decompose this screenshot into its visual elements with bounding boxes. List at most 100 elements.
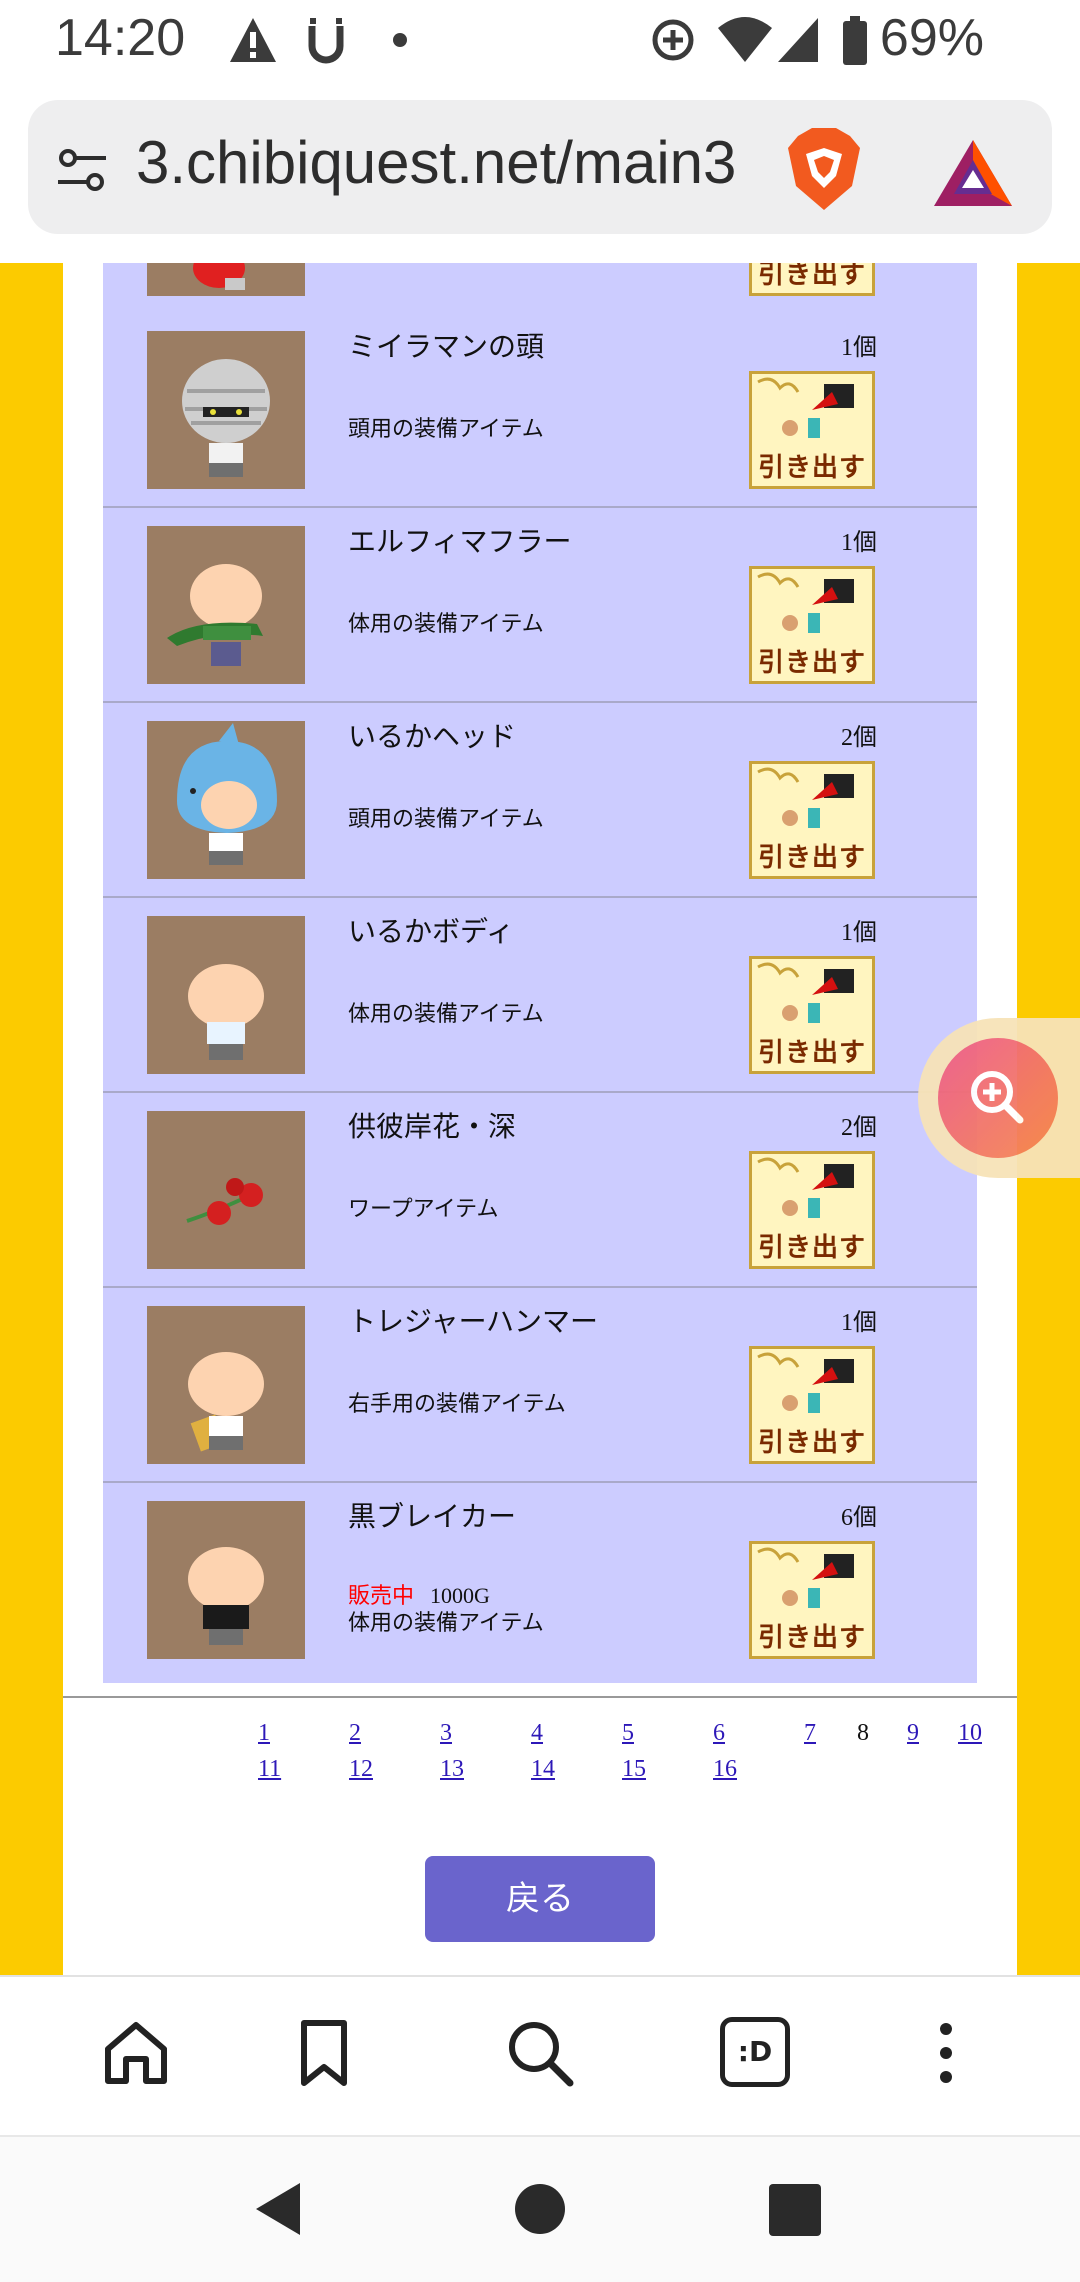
zoom-widget bbox=[918, 1018, 1080, 1178]
item-description: 体用の装備アイテム bbox=[348, 1611, 544, 1636]
item-description: 頭用の装備アイテム bbox=[348, 417, 544, 442]
item-thumbnail bbox=[147, 1306, 305, 1464]
list-item: 黒ブレイカー 6個 販売中 1000G 体用の装備アイテム 引き出す bbox=[103, 1483, 977, 1683]
item-thumbnail bbox=[147, 721, 305, 879]
home-nav-icon[interactable] bbox=[512, 2179, 568, 2239]
battery-icon bbox=[843, 16, 867, 65]
page-link[interactable]: 13 bbox=[440, 1756, 464, 1783]
list-item: 供彼岸花・深 2個 ワープアイテム 引き出す bbox=[103, 1093, 977, 1288]
page-link[interactable]: 6 bbox=[713, 1720, 725, 1747]
page-link[interactable]: 1 bbox=[258, 1720, 270, 1747]
page-link[interactable]: 12 bbox=[349, 1756, 373, 1783]
zoom-in-icon bbox=[971, 1071, 1024, 1124]
status-time: 14:20 bbox=[55, 9, 186, 67]
bat-rewards-icon[interactable] bbox=[932, 138, 1014, 208]
list-item: エルフィマフラー 1個 体用の装備アイテム 引き出す bbox=[103, 508, 977, 703]
item-description: 頭用の装備アイテム bbox=[348, 807, 544, 832]
tune-icon[interactable] bbox=[54, 142, 110, 198]
item-thumbnail bbox=[147, 1501, 305, 1659]
withdraw-button[interactable]: 引き出す bbox=[749, 1151, 875, 1269]
page-link[interactable]: 15 bbox=[622, 1756, 646, 1783]
back-button[interactable]: 戻る bbox=[425, 1856, 655, 1942]
warning-icon bbox=[230, 18, 276, 62]
page-link[interactable]: 2 bbox=[349, 1720, 361, 1747]
item-name: いるかボディ bbox=[348, 915, 515, 948]
item-count: 2個 bbox=[841, 725, 877, 751]
page-link[interactable]: 4 bbox=[531, 1720, 543, 1747]
data-saver-icon bbox=[652, 19, 694, 61]
content-column: 引き出す ミイラマンの頭 1個 頭用の装備アイテム 引き出す エルフィマフラー … bbox=[63, 263, 1017, 1975]
list-item: いるかヘッド 2個 頭用の装備アイテム 引き出す bbox=[103, 703, 977, 898]
item-count: 1個 bbox=[841, 335, 877, 361]
signal-icon bbox=[778, 18, 818, 62]
system-nav-bar bbox=[0, 2135, 1080, 2282]
item-count: 1個 bbox=[841, 530, 877, 556]
withdraw-button[interactable]: 引き出す bbox=[749, 1541, 875, 1659]
withdraw-art-icon bbox=[757, 1547, 854, 1608]
page-link[interactable]: 3 bbox=[440, 1720, 452, 1747]
list-item: いるかボディ 1個 体用の装備アイテム 引き出す bbox=[103, 898, 977, 1093]
bookmark-icon[interactable] bbox=[288, 2017, 360, 2089]
recents-nav-icon[interactable] bbox=[766, 2181, 824, 2239]
address-bar[interactable]: 3.chibiquest.net/main3 bbox=[28, 100, 1052, 234]
status-bar: 14:20 69% bbox=[0, 0, 1080, 88]
page-link[interactable]: 5 bbox=[622, 1720, 634, 1747]
item-description: 右手用の装備アイテム bbox=[348, 1392, 566, 1417]
more-icon[interactable] bbox=[910, 2017, 982, 2089]
u-app-icon bbox=[308, 18, 344, 64]
back-nav-icon[interactable] bbox=[250, 2179, 310, 2239]
page-link[interactable]: 7 bbox=[804, 1720, 816, 1747]
withdraw-art-icon bbox=[757, 962, 854, 1023]
withdraw-button[interactable]: 引き出す bbox=[749, 956, 875, 1074]
current-page: 8 bbox=[857, 1720, 869, 1746]
url-text[interactable]: 3.chibiquest.net/main3 bbox=[136, 128, 781, 208]
page-link[interactable]: 14 bbox=[531, 1756, 555, 1783]
item-thumbnail bbox=[147, 1111, 305, 1269]
list-item: トレジャーハンマー 1個 右手用の装備アイテム 引き出す bbox=[103, 1288, 977, 1483]
withdraw-button[interactable]: 引き出す bbox=[749, 263, 875, 296]
home-icon[interactable] bbox=[100, 2017, 172, 2089]
list-item: 引き出す bbox=[103, 263, 977, 315]
item-thumbnail bbox=[147, 526, 305, 684]
browser-toolbar: 3.chibiquest.net/main3 bbox=[0, 88, 1080, 263]
page-link[interactable]: 16 bbox=[713, 1756, 737, 1783]
page-link[interactable]: 10 bbox=[958, 1720, 982, 1747]
page-link[interactable]: 11 bbox=[258, 1756, 281, 1783]
withdraw-art-icon bbox=[757, 767, 854, 828]
pagination: 1 2 3 4 5 6 7 8 9 10 11 12 13 14 15 16 bbox=[63, 1696, 1017, 1782]
item-name: 供彼岸花・深 bbox=[348, 1110, 517, 1143]
brave-shield-icon[interactable] bbox=[784, 126, 864, 212]
item-count: 6個 bbox=[841, 1505, 877, 1531]
search-icon[interactable] bbox=[504, 2017, 576, 2089]
withdraw-button[interactable]: 引き出す bbox=[749, 761, 875, 879]
list-item: ミイラマンの頭 1個 頭用の装備アイテム 引き出す bbox=[103, 313, 977, 508]
withdraw-art-icon bbox=[757, 572, 854, 633]
withdraw-art-icon bbox=[757, 1352, 854, 1413]
item-thumbnail bbox=[147, 916, 305, 1074]
item-name: トレジャーハンマー bbox=[348, 1305, 599, 1338]
withdraw-art-icon bbox=[757, 1157, 854, 1218]
item-name: いるかヘッド bbox=[348, 720, 517, 753]
item-description: 体用の装備アイテム bbox=[348, 1002, 544, 1027]
tabs-icon[interactable]: :D bbox=[720, 2017, 790, 2087]
web-page: 引き出す ミイラマンの頭 1個 頭用の装備アイテム 引き出す エルフィマフラー … bbox=[0, 263, 1080, 1975]
zoom-button[interactable] bbox=[938, 1038, 1058, 1158]
item-name: エルフィマフラー bbox=[348, 525, 572, 558]
item-count: 1個 bbox=[841, 920, 877, 946]
wifi-icon bbox=[718, 17, 772, 62]
item-name: ミイラマンの頭 bbox=[348, 330, 545, 363]
withdraw-art-icon bbox=[757, 377, 854, 438]
item-description: ワープアイテム bbox=[348, 1197, 499, 1222]
item-count: 2個 bbox=[841, 1115, 877, 1141]
dot-icon bbox=[393, 33, 407, 47]
page-link[interactable]: 9 bbox=[907, 1720, 919, 1747]
item-thumbnail bbox=[147, 263, 305, 296]
withdraw-button[interactable]: 引き出す bbox=[749, 1346, 875, 1464]
item-count: 1個 bbox=[841, 1310, 877, 1336]
withdraw-button[interactable]: 引き出す bbox=[749, 371, 875, 489]
withdraw-button[interactable]: 引き出す bbox=[749, 566, 875, 684]
battery-percent: 69% bbox=[879, 9, 984, 67]
item-name: 黒ブレイカー bbox=[348, 1500, 517, 1533]
browser-bottom-bar: :D bbox=[0, 1975, 1080, 2137]
item-thumbnail bbox=[147, 331, 305, 489]
